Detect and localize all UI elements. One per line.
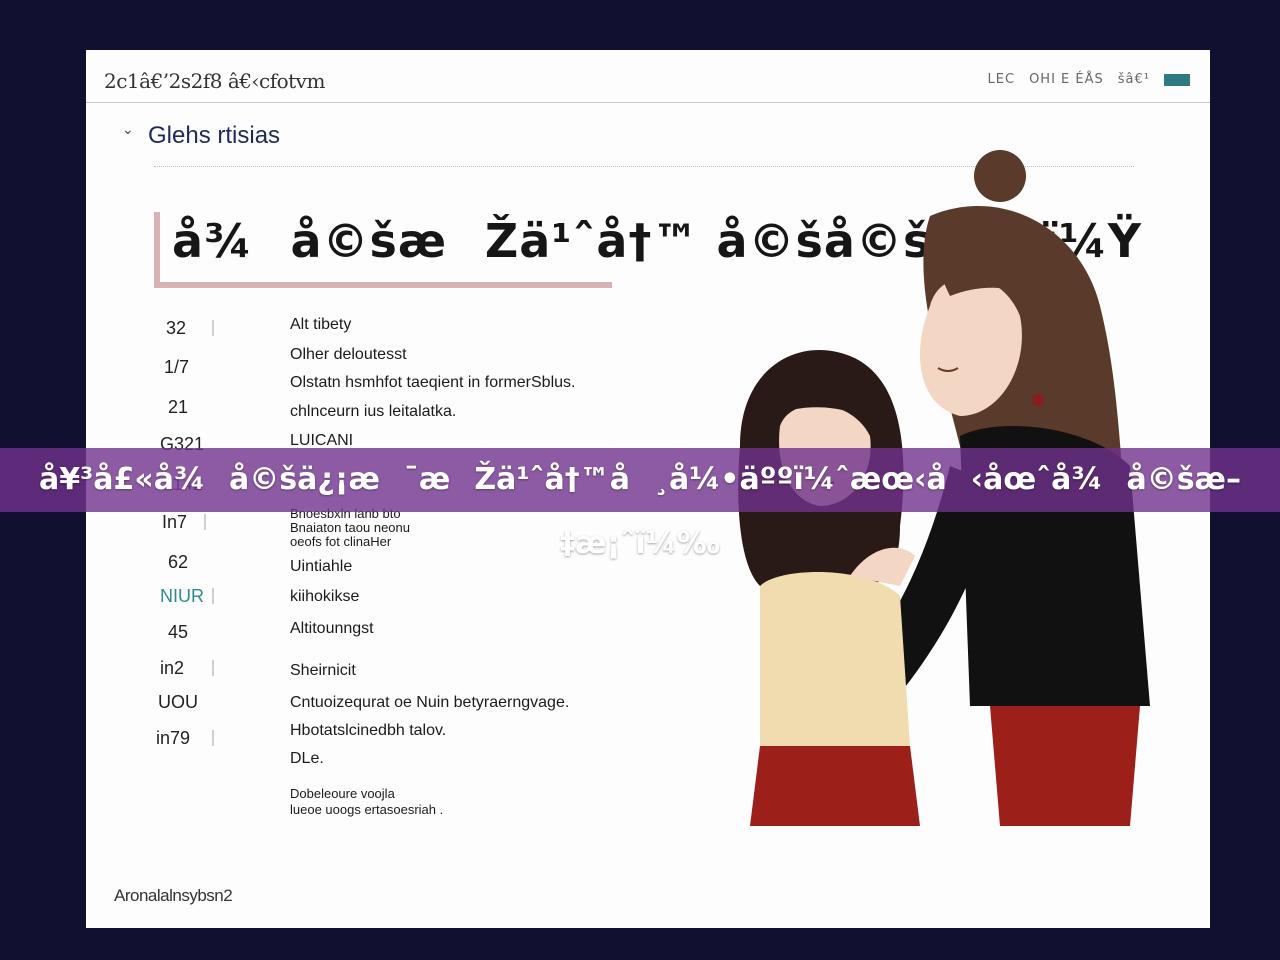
row-tick [212, 660, 214, 676]
document-footer: Aronalalnsybsn2 [114, 886, 233, 905]
row-text: oeofs fot clinaHer [290, 534, 392, 549]
row-text: Dobeleoure voojla [290, 786, 395, 801]
row-text: Sheirnicit [290, 662, 356, 679]
row-number: 32 [166, 318, 187, 338]
row-number: 62 [168, 552, 189, 572]
header-nav-item-1[interactable]: LEC [988, 72, 1016, 87]
row-number: in79 [156, 728, 191, 748]
row-number: UOU [158, 692, 198, 712]
banner-title: å¥³å£«å¾å©šä¿¡æ¯æŽä¹ˆå†™å¸å¼•äººï¼ˆæ… [38, 462, 1241, 561]
row-text: kiihokikse [290, 588, 360, 605]
row-text: Alt tibety [290, 316, 352, 333]
header-nav-item-3[interactable]: šâ€¹ [1118, 72, 1150, 87]
row-text: Cntuoizequrat oe Nuin betyraerngvage. [290, 694, 570, 711]
page-header: 2c1â€’2s2f8 â€‹cfotvm LEC OHI E ÉÅS šâ€¹ [86, 50, 1210, 103]
row-number: 1/7 [164, 357, 190, 377]
row-tick [212, 588, 214, 604]
row-text: Bnaiaton taou neonu [290, 520, 410, 535]
title-banner: å¥³å£«å¾å©šä¿¡æ¯æŽä¹ˆå†™å¸å¼•äººï¼ˆæ… [0, 448, 1280, 561]
header-nav: LEC OHI E ÉÅS šâ€¹ [988, 72, 1190, 87]
section-heading: Glehs rtisias [148, 122, 281, 149]
menu-bar-icon[interactable] [1164, 73, 1190, 86]
header-nav-item-2[interactable]: OHI E ÉÅS [1029, 72, 1104, 87]
row-text: lueoe uoogs ertasoesriah . [290, 802, 444, 817]
row-text: Altitounngst [290, 620, 374, 637]
row-number: 21 [168, 397, 189, 417]
row-tick [212, 730, 214, 746]
document-title-block: å¾å©šæŽä¹ˆå†™ å©šå©šæ¯ï¼Ÿ [154, 212, 1141, 288]
chevron-down-icon[interactable]: ⌄ [122, 122, 134, 138]
row-text: DLe. [290, 750, 324, 767]
row-text: Olher deloutesst [290, 346, 407, 363]
row-text: Uintiahle [290, 558, 353, 575]
row-number: NIUR [160, 586, 204, 606]
row-text: Olstatn hsmhfot taeqient in formerSblus. [290, 374, 576, 391]
row-number: 45 [168, 622, 189, 642]
row-text: Hbotatslcinedbh talov. [290, 722, 447, 739]
brand-logo-text[interactable]: 2c1â€’2s2f8 â€‹cfotvm [104, 69, 325, 93]
row-text: chlnceurn ius leitalatka. [290, 403, 457, 420]
row-number: in2 [160, 658, 185, 678]
row-number: In7 [162, 512, 188, 532]
row-tick [212, 320, 214, 336]
row-tick [204, 514, 206, 530]
